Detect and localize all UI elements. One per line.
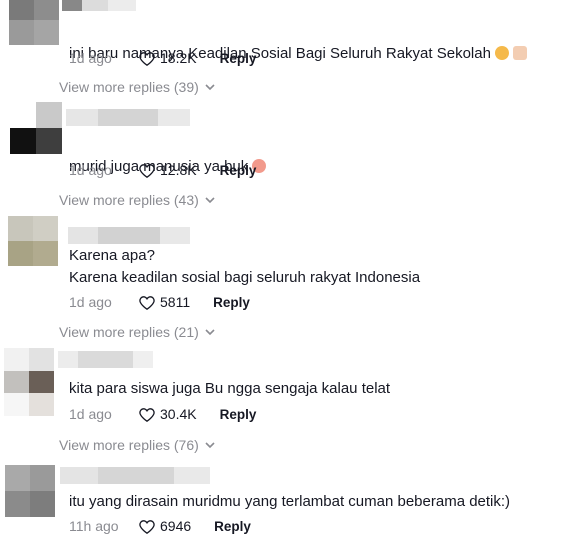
username-redacted[interactable]: [60, 467, 210, 484]
username-redacted[interactable]: [62, 0, 136, 11]
avatar[interactable]: [5, 465, 55, 517]
view-more-replies-label: View more replies (39): [59, 79, 199, 95]
view-more-replies-label: View more replies (76): [59, 437, 199, 453]
view-more-replies-button[interactable]: View more replies (39): [59, 79, 215, 95]
like-count: 30.4K: [160, 406, 197, 422]
like-button[interactable]: 18.2K: [139, 50, 197, 66]
avatar[interactable]: [9, 0, 59, 45]
chevron-down-icon: [205, 328, 215, 335]
like-button[interactable]: 12.8K: [139, 162, 197, 178]
comment-time: 1d ago: [69, 50, 112, 66]
comment-time: 11h ago: [69, 518, 119, 534]
view-more-replies-button[interactable]: View more replies (21): [59, 324, 215, 340]
chevron-down-icon: [205, 441, 215, 448]
view-more-replies-button[interactable]: View more replies (43): [59, 192, 215, 208]
view-more-replies-label: View more replies (43): [59, 192, 199, 208]
comment-meta: 1d ago 12.8K Reply: [69, 160, 256, 180]
comment-meta: 1d ago 5811 Reply: [69, 292, 250, 312]
comment-time: 1d ago: [69, 294, 112, 310]
grinning-face-emoji: [494, 46, 509, 60]
reply-button[interactable]: Reply: [220, 163, 257, 178]
username-redacted[interactable]: [66, 109, 190, 126]
thumbs-up-emoji: [512, 46, 527, 60]
heart-outline-icon: [139, 295, 155, 310]
reply-button[interactable]: Reply: [214, 519, 251, 534]
reply-button[interactable]: Reply: [213, 295, 250, 310]
comment-text: itu yang dirasain muridmu yang terlambat…: [69, 493, 511, 510]
comment-time: 1d ago: [69, 406, 112, 422]
avatar[interactable]: [8, 216, 58, 266]
comment-text: kita para siswa juga Bu ngga sengaja kal…: [69, 380, 391, 397]
avatar[interactable]: [4, 348, 54, 416]
view-more-replies-button[interactable]: View more replies (76): [59, 437, 215, 453]
comment-meta: 11h ago 6946 Reply: [69, 516, 251, 536]
heart-outline-icon: [139, 163, 155, 178]
like-count: 18.2K: [160, 50, 197, 66]
chevron-down-icon: [205, 83, 215, 90]
reply-button[interactable]: Reply: [220, 51, 257, 66]
heart-outline-icon: [139, 519, 155, 534]
like-count: 5811: [160, 294, 191, 310]
like-count: 12.8K: [160, 162, 197, 178]
heart-outline-icon: [139, 51, 155, 66]
like-count: 6946: [160, 518, 192, 534]
reply-button[interactable]: Reply: [220, 407, 257, 422]
like-button[interactable]: 6946: [139, 518, 191, 534]
comment-meta: 1d ago 18.2K Reply: [69, 48, 256, 68]
comment-text: Karena apa? Karena keadilan sosial bagi …: [69, 247, 421, 286]
view-more-replies-label: View more replies (21): [59, 324, 199, 340]
comment-time: 1d ago: [69, 162, 112, 178]
heart-outline-icon: [139, 407, 155, 422]
chevron-down-icon: [205, 196, 215, 203]
like-button[interactable]: 30.4K: [139, 406, 197, 422]
username-redacted[interactable]: [58, 351, 153, 368]
comment-meta: 1d ago 30.4K Reply: [69, 404, 256, 424]
username-redacted[interactable]: [68, 227, 190, 244]
like-button[interactable]: 5811: [139, 294, 190, 310]
avatar[interactable]: [10, 102, 62, 154]
